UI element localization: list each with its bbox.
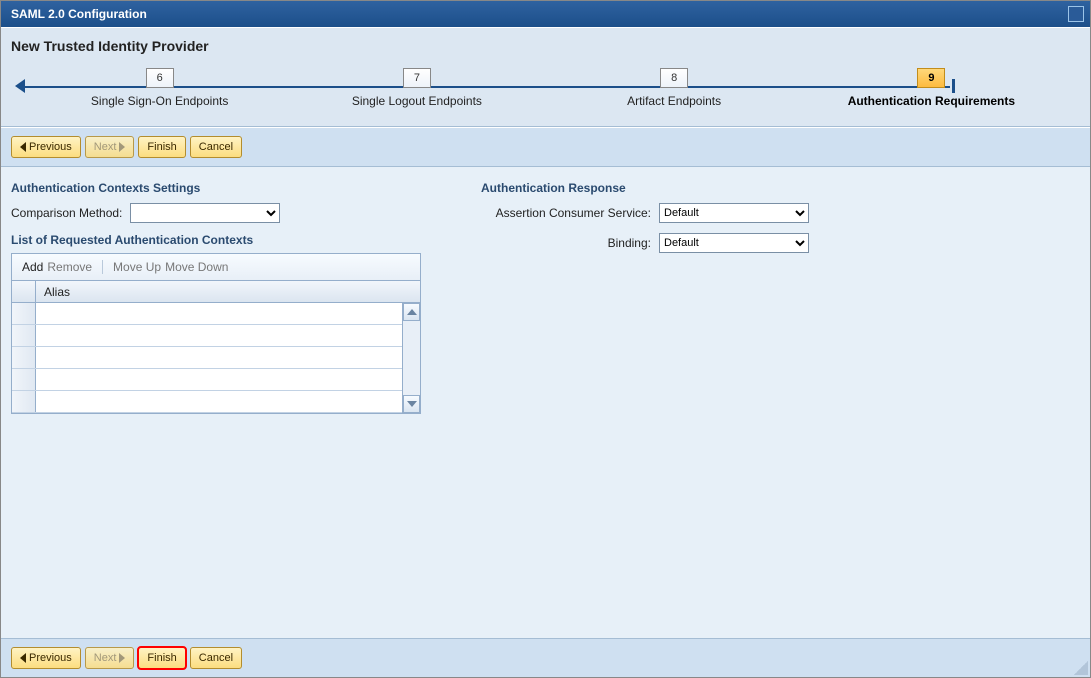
resize-grip-icon[interactable] xyxy=(1074,661,1088,675)
roadmap-step-9[interactable]: 9 Authentication Requirements xyxy=(803,68,1060,108)
top-button-bar: Previous Next Finish Cancel xyxy=(1,127,1090,167)
table-row[interactable] xyxy=(12,303,402,325)
auth-contexts-column: Authentication Contexts Settings Compari… xyxy=(11,181,441,624)
cancel-button[interactable]: Cancel xyxy=(190,136,242,158)
roadmap-step-8[interactable]: 8 Artifact Endpoints xyxy=(546,68,803,108)
content-area: Authentication Contexts Settings Compari… xyxy=(1,167,1090,638)
wizard-title: New Trusted Identity Provider xyxy=(1,27,1090,58)
scroll-up-icon[interactable] xyxy=(403,303,420,321)
table-header: Alias xyxy=(12,281,420,303)
table-row[interactable] xyxy=(12,325,402,347)
table-row[interactable] xyxy=(12,391,402,413)
arrow-right-icon xyxy=(119,653,125,663)
previous-button-bottom[interactable]: Previous xyxy=(11,647,81,669)
alias-column-header[interactable]: Alias xyxy=(36,285,420,299)
auth-contexts-table: Add Remove Move Up Move Down Alias xyxy=(11,253,421,414)
next-button-bottom: Next xyxy=(85,647,135,669)
wizard-roadmap: 6 Single Sign-On Endpoints 7 Single Logo… xyxy=(1,58,1090,127)
acs-select[interactable]: Default xyxy=(659,203,809,223)
bottom-button-bar: Previous Next Finish Cancel xyxy=(1,638,1090,677)
next-button: Next xyxy=(85,136,135,158)
table-scrollbar[interactable] xyxy=(402,303,420,413)
auth-contexts-list-heading: List of Requested Authentication Context… xyxy=(11,233,441,247)
cancel-button-bottom[interactable]: Cancel xyxy=(190,647,242,669)
arrow-right-icon xyxy=(119,142,125,152)
auth-contexts-heading: Authentication Contexts Settings xyxy=(11,181,441,195)
saml-config-window: SAML 2.0 Configuration New Trusted Ident… xyxy=(0,0,1091,678)
roadmap-step-6[interactable]: 6 Single Sign-On Endpoints xyxy=(31,68,288,108)
scroll-down-icon[interactable] xyxy=(403,395,420,413)
table-row[interactable] xyxy=(12,347,402,369)
table-toolbar: Add Remove Move Up Move Down xyxy=(12,254,420,281)
maximize-icon[interactable] xyxy=(1068,6,1084,22)
roadmap-step-7[interactable]: 7 Single Logout Endpoints xyxy=(288,68,545,108)
previous-button[interactable]: Previous xyxy=(11,136,81,158)
titlebar: SAML 2.0 Configuration xyxy=(1,1,1090,27)
binding-label: Binding: xyxy=(481,236,651,250)
finish-button[interactable]: Finish xyxy=(138,136,185,158)
finish-button-bottom[interactable]: Finish xyxy=(138,647,185,669)
acs-label: Assertion Consumer Service: xyxy=(481,206,651,220)
add-button[interactable]: Add xyxy=(22,260,43,274)
window-title: SAML 2.0 Configuration xyxy=(11,7,147,21)
auth-response-column: Authentication Response Assertion Consum… xyxy=(481,181,1080,624)
move-down-button: Move Down xyxy=(165,260,228,274)
binding-select[interactable]: Default xyxy=(659,233,809,253)
remove-button: Remove xyxy=(47,260,92,274)
comparison-method-label: Comparison Method: xyxy=(11,206,122,220)
arrow-left-icon xyxy=(20,142,26,152)
move-up-button: Move Up xyxy=(113,260,161,274)
table-row[interactable] xyxy=(12,369,402,391)
arrow-left-icon xyxy=(20,653,26,663)
auth-response-heading: Authentication Response xyxy=(481,181,1080,195)
comparison-method-select[interactable] xyxy=(130,203,280,223)
